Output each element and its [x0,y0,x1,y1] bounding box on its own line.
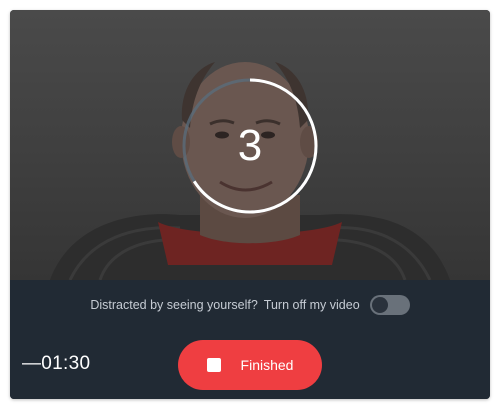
finished-button-label: Finished [240,357,294,373]
countdown-ring: 3 [180,76,320,216]
toggle-knob [371,297,388,313]
self-view-setting: Distracted by seeing yourself? Turn off … [10,294,490,316]
finished-button[interactable]: Finished [178,340,322,390]
countdown-number: 3 [237,121,263,170]
recording-card: 3 Distracted by seeing yourself? Turn of… [10,10,490,399]
stop-icon [206,358,221,372]
recording-controls: Distracted by seeing yourself? Turn off … [10,280,490,399]
turn-off-video-label: Turn off my video [263,298,360,312]
recording-timer: —01:30 [22,353,91,374]
turn-off-video-toggle[interactable] [369,295,410,315]
camera-preview: 3 [10,10,490,280]
self-view-prompt: Distracted by seeing yourself? [90,298,258,312]
